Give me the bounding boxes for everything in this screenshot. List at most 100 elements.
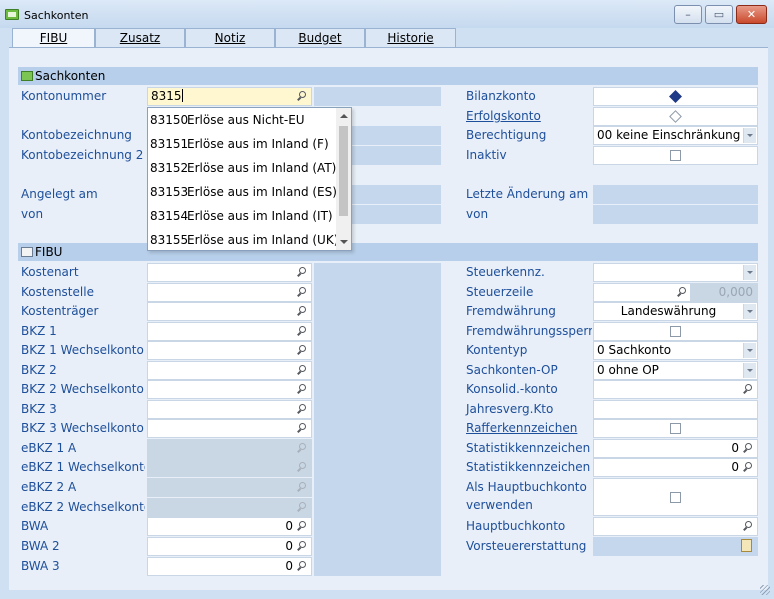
tab-budget[interactable]: Budget bbox=[275, 28, 365, 47]
chevron-down-icon[interactable] bbox=[743, 363, 756, 378]
steuerzeile-input[interactable] bbox=[593, 283, 691, 302]
rafferkennzeichen-checkbox[interactable] bbox=[670, 423, 681, 434]
search-icon[interactable] bbox=[296, 306, 307, 317]
fremdwaehrungssperre-cell bbox=[593, 322, 758, 341]
ebkz1-wechselkonto-input bbox=[147, 458, 312, 477]
kontonummer-autocomplete-list[interactable]: 83150Erlöse aus Nicht-EU 83151Erlöse aus… bbox=[147, 107, 352, 251]
minimize-button[interactable]: – bbox=[674, 5, 702, 24]
maximize-button[interactable]: ▭ bbox=[705, 5, 733, 24]
hauptbuchkonto-input[interactable] bbox=[593, 517, 758, 536]
bkz1-wechselkonto-label: BKZ 1 Wechselkonto bbox=[21, 343, 144, 357]
filler bbox=[314, 87, 441, 106]
ebkz2a-label: eBKZ 2 A bbox=[21, 480, 77, 494]
rafferkennzeichen-label: Rafferkennzeichen bbox=[466, 421, 578, 435]
window-title: Sachkonten bbox=[24, 9, 89, 22]
search-icon[interactable] bbox=[296, 365, 307, 376]
erfolgskonto-radio[interactable] bbox=[593, 107, 758, 126]
kontonummer-input[interactable]: 8315 bbox=[147, 87, 312, 106]
tab-historie[interactable]: Historie bbox=[365, 28, 456, 47]
fremdwaehrung-select[interactable]: Landeswährung bbox=[593, 302, 758, 321]
kontentyp-select[interactable]: 0 Sachkonto bbox=[593, 341, 758, 360]
tab-zusatz[interactable]: Zusatz bbox=[95, 28, 185, 47]
search-icon[interactable] bbox=[296, 423, 307, 434]
konsolid-input[interactable] bbox=[593, 380, 758, 399]
kostenstelle-label: Kostenstelle bbox=[21, 285, 94, 299]
chevron-down-icon[interactable] bbox=[340, 240, 348, 244]
search-icon[interactable] bbox=[676, 287, 687, 298]
kostentraeger-label: Kostenträger bbox=[21, 304, 99, 318]
ebkz1a-input bbox=[147, 439, 312, 458]
search-icon[interactable] bbox=[296, 384, 307, 395]
search-icon[interactable] bbox=[296, 521, 307, 532]
berechtigung-select[interactable]: 00 keine Einschränkung bbox=[593, 126, 758, 145]
list-item[interactable]: 83155Erlöse aus im Inland (UK) bbox=[148, 228, 338, 252]
search-icon[interactable] bbox=[296, 404, 307, 415]
inaktiv-checkbox[interactable] bbox=[670, 150, 681, 161]
list-item[interactable]: 83154Erlöse aus im Inland (IT) bbox=[148, 204, 338, 228]
kostenart-label: Kostenart bbox=[21, 265, 79, 279]
jahresverg-input[interactable] bbox=[593, 400, 758, 419]
search-icon[interactable] bbox=[296, 541, 307, 552]
account-icon bbox=[21, 71, 33, 81]
chevron-down-icon[interactable] bbox=[743, 343, 756, 358]
list-item[interactable]: 83153Erlöse aus im Inland (ES) bbox=[148, 180, 338, 204]
kostenart-input[interactable] bbox=[147, 263, 312, 282]
steuerkennz-select[interactable] bbox=[593, 263, 758, 282]
search-icon[interactable] bbox=[742, 462, 753, 473]
search-icon[interactable] bbox=[296, 91, 307, 102]
section-header-fibu: FIBU bbox=[18, 243, 758, 261]
search-icon[interactable] bbox=[296, 345, 307, 356]
search-icon[interactable] bbox=[742, 384, 753, 395]
bkz3-wechselkonto-input[interactable] bbox=[147, 419, 312, 438]
list-item[interactable]: 83152Erlöse aus im Inland (AT) bbox=[148, 156, 338, 180]
fremdwaehrungssperre-label: Fremdwährungssperre bbox=[466, 324, 592, 338]
kostentraeger-input[interactable] bbox=[147, 302, 312, 321]
tab-fibu[interactable]: FIBU bbox=[12, 28, 95, 47]
bkz2-label: BKZ 2 bbox=[21, 363, 57, 377]
list-item[interactable]: 83151Erlöse aus im Inland (F) bbox=[148, 132, 338, 156]
search-icon[interactable] bbox=[742, 443, 753, 454]
close-button[interactable]: ✕ bbox=[736, 5, 767, 24]
chevron-down-icon[interactable] bbox=[743, 304, 756, 319]
stat2-label: Statistikkennzeichen 2 bbox=[466, 460, 592, 474]
bkz1-input[interactable] bbox=[147, 322, 312, 341]
hauptbuch-verwenden-label: Als Hauptbuchkonto verwenden bbox=[466, 480, 587, 512]
bilanzkonto-radio[interactable] bbox=[593, 87, 758, 106]
tab-notiz[interactable]: Notiz bbox=[185, 28, 275, 47]
list-scrollbar[interactable] bbox=[336, 108, 351, 250]
kostenstelle-input[interactable] bbox=[147, 283, 312, 302]
stat2-input[interactable]: 0 bbox=[593, 458, 758, 477]
search-icon[interactable] bbox=[296, 267, 307, 278]
title-bar: Sachkonten – ▭ ✕ bbox=[0, 0, 774, 28]
search-icon bbox=[296, 482, 307, 493]
bkz2-input[interactable] bbox=[147, 361, 312, 380]
chevron-down-icon[interactable] bbox=[743, 265, 756, 280]
app-icon bbox=[5, 9, 19, 20]
resize-grip[interactable] bbox=[760, 585, 770, 595]
bwa2-input[interactable]: 0 bbox=[147, 537, 312, 556]
fremdwaehrungssperre-checkbox[interactable] bbox=[670, 326, 681, 337]
hauptbuch-verwenden-checkbox[interactable] bbox=[670, 492, 681, 503]
bkz2-wechselkonto-input[interactable] bbox=[147, 380, 312, 399]
transfer-icon[interactable] bbox=[741, 539, 752, 552]
chevron-down-icon[interactable] bbox=[743, 128, 756, 143]
scrollbar-thumb[interactable] bbox=[339, 126, 348, 216]
search-icon[interactable] bbox=[742, 521, 753, 532]
bwa-input[interactable]: 0 bbox=[147, 517, 312, 536]
sachkonten-op-select[interactable]: 0 ohne OP bbox=[593, 361, 758, 380]
bkz1-wechselkonto-input[interactable] bbox=[147, 341, 312, 360]
stat1-input[interactable]: 0 bbox=[593, 439, 758, 458]
search-icon[interactable] bbox=[296, 326, 307, 337]
search-icon[interactable] bbox=[296, 561, 307, 572]
bkz3-input[interactable] bbox=[147, 400, 312, 419]
chevron-up-icon[interactable] bbox=[340, 114, 348, 118]
bkz1-label: BKZ 1 bbox=[21, 324, 57, 338]
hauptbuch-verwenden-cell bbox=[593, 478, 758, 516]
list-item[interactable]: 83150Erlöse aus Nicht-EU bbox=[148, 108, 338, 132]
rafferkennzeichen-cell bbox=[593, 419, 758, 438]
search-icon[interactable] bbox=[296, 287, 307, 298]
search-icon bbox=[296, 443, 307, 454]
bwa3-input[interactable]: 0 bbox=[147, 557, 312, 576]
bwa3-label: BWA 3 bbox=[21, 559, 60, 573]
ebkz2-wechselkonto-input bbox=[147, 498, 312, 517]
